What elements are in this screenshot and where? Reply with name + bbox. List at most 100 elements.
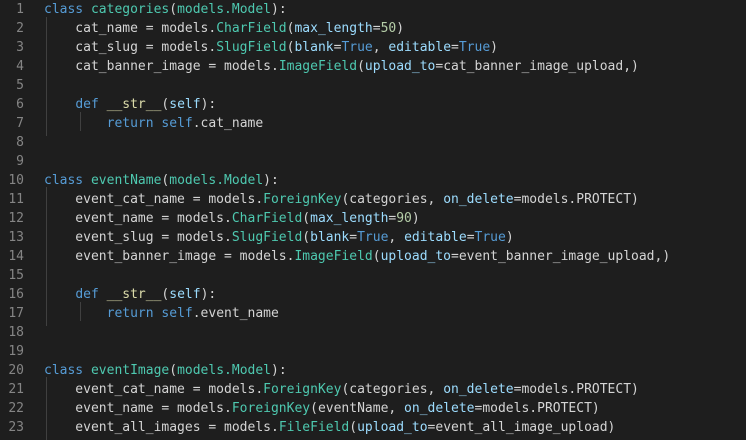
line-number: 16 bbox=[8, 287, 24, 302]
code-token: event_cat_name = models. bbox=[44, 382, 264, 397]
code-token: event_name = models. bbox=[44, 211, 232, 226]
code-text: def __str__(self): bbox=[44, 97, 216, 112]
code-text: event_name = models.CharField(max_length… bbox=[44, 211, 420, 226]
code-token: cat_banner_image = models. bbox=[44, 59, 279, 74]
code-token: (eventName, bbox=[310, 401, 405, 416]
code-text: event_slug = models.SlugField(blank=True… bbox=[44, 230, 514, 245]
code-line[interactable]: 18 bbox=[0, 323, 746, 342]
code-line[interactable]: 7 return self.cat_name bbox=[0, 114, 746, 133]
code-token: return bbox=[106, 116, 154, 131]
code-text: cat_banner_image = models.ImageField(upl… bbox=[44, 59, 639, 74]
code-token: ImageField bbox=[278, 59, 358, 74]
code-token: max_length bbox=[310, 211, 389, 226]
code-token: =models.PROTECT) bbox=[474, 401, 600, 416]
code-line[interactable]: 11 event_cat_name = models.ForeignKey(ca… bbox=[0, 190, 746, 209]
code-line[interactable]: 10 class eventName(models.Model): bbox=[0, 171, 746, 190]
code-line[interactable]: 23 event_all_images = models.FileField(u… bbox=[0, 418, 746, 437]
code-text: class eventImage(models.Model): bbox=[44, 363, 287, 378]
line-number: 21 bbox=[8, 382, 24, 397]
code-token: __str__ bbox=[106, 287, 162, 302]
code-line[interactable]: 3 cat_slug = models.SlugField(blank=True… bbox=[0, 38, 746, 57]
code-text: class categories(models.Model): bbox=[44, 2, 287, 17]
code-line[interactable]: 6 def __str__(self): bbox=[0, 95, 746, 114]
code-line[interactable]: 14 event_banner_image = models.ImageFiel… bbox=[0, 247, 746, 266]
code-line[interactable]: 2 cat_name = models.CharField(max_length… bbox=[0, 19, 746, 38]
line-number: 11 bbox=[8, 192, 24, 207]
code-line[interactable]: 8 bbox=[0, 133, 746, 152]
code-line[interactable]: 21 event_cat_name = models.ForeignKey(ca… bbox=[0, 380, 746, 399]
code-line[interactable]: 12 event_name = models.CharField(max_len… bbox=[0, 209, 746, 228]
code-token: True bbox=[341, 40, 373, 55]
code-token: event_banner_image = models. bbox=[44, 249, 295, 264]
code-token: ) bbox=[411, 211, 420, 226]
code-token: = bbox=[372, 21, 381, 36]
code-token: class bbox=[44, 363, 84, 378]
line-number: 5 bbox=[16, 78, 24, 93]
code-line[interactable]: 19 bbox=[0, 342, 746, 361]
code-token: 90 bbox=[396, 211, 412, 226]
code-token: , bbox=[388, 230, 405, 245]
code-token: def bbox=[75, 287, 99, 302]
code-token: =event_all_image_upload) bbox=[427, 420, 616, 435]
code-token: models.Model bbox=[177, 363, 271, 378]
code-token: eventImage bbox=[90, 363, 170, 378]
code-line[interactable]: 22 event_name = models.ForeignKey(eventN… bbox=[0, 399, 746, 418]
line-number: 12 bbox=[8, 211, 24, 226]
code-token: return bbox=[106, 306, 154, 321]
code-token: ( bbox=[169, 363, 178, 378]
code-token: .event_name bbox=[192, 306, 279, 321]
code-token: ): bbox=[200, 97, 217, 112]
code-token: def bbox=[75, 97, 99, 112]
code-token: categories bbox=[90, 2, 170, 17]
code-token: ): bbox=[263, 173, 279, 188]
code-line[interactable]: 16 def __str__(self): bbox=[0, 285, 746, 304]
code-token: ) bbox=[490, 40, 498, 55]
code-token: CharField bbox=[216, 21, 287, 36]
code-token: ) bbox=[505, 230, 514, 245]
code-line[interactable]: 20 class eventImage(models.Model): bbox=[0, 361, 746, 380]
code-line[interactable]: 15 bbox=[0, 266, 746, 285]
code-line[interactable]: 1 class categories(models.Model): bbox=[0, 0, 746, 19]
code-line[interactable]: 4 cat_banner_image = models.ImageField(u… bbox=[0, 57, 746, 76]
code-token: True bbox=[357, 230, 389, 245]
code-token: ForeignKey bbox=[263, 382, 342, 397]
line-number: 22 bbox=[8, 401, 24, 416]
code-token: editable bbox=[404, 230, 467, 245]
code-token: ) bbox=[396, 21, 405, 36]
code-token: ( bbox=[357, 59, 365, 74]
code-text: event_all_images = models.FileField(uplo… bbox=[44, 420, 615, 435]
line-number: 20 bbox=[8, 363, 24, 378]
line-number: 17 bbox=[8, 306, 24, 321]
code-line[interactable]: 5 bbox=[0, 76, 746, 95]
code-line[interactable]: 9 bbox=[0, 152, 746, 171]
code-token: self bbox=[169, 287, 201, 302]
line-number: 10 bbox=[8, 173, 24, 188]
code-token: ): bbox=[271, 2, 287, 17]
line-number: 6 bbox=[16, 97, 24, 112]
code-line[interactable]: 17 return self.event_name bbox=[0, 304, 746, 323]
code-token: editable bbox=[388, 40, 452, 55]
code-text: event_name = models.ForeignKey(eventName… bbox=[44, 401, 600, 416]
code-text: def __str__(self): bbox=[44, 287, 216, 302]
code-editor[interactable]: 1 class categories(models.Model): 2 cat_na… bbox=[0, 0, 746, 440]
code-token: = bbox=[451, 40, 459, 55]
code-token: __str__ bbox=[106, 97, 162, 112]
code-token: = bbox=[466, 230, 475, 245]
code-token: eventName bbox=[90, 173, 162, 188]
code-token: (categories, bbox=[341, 192, 444, 207]
code-token: 50 bbox=[380, 21, 397, 36]
code-token: ( bbox=[349, 420, 358, 435]
code-token: blank bbox=[310, 230, 350, 245]
code-token: event_all_images = models. bbox=[44, 420, 279, 435]
code-line[interactable]: 13 event_slug = models.SlugField(blank=T… bbox=[0, 228, 746, 247]
line-number: 23 bbox=[8, 420, 24, 435]
line-number: 19 bbox=[8, 344, 24, 359]
